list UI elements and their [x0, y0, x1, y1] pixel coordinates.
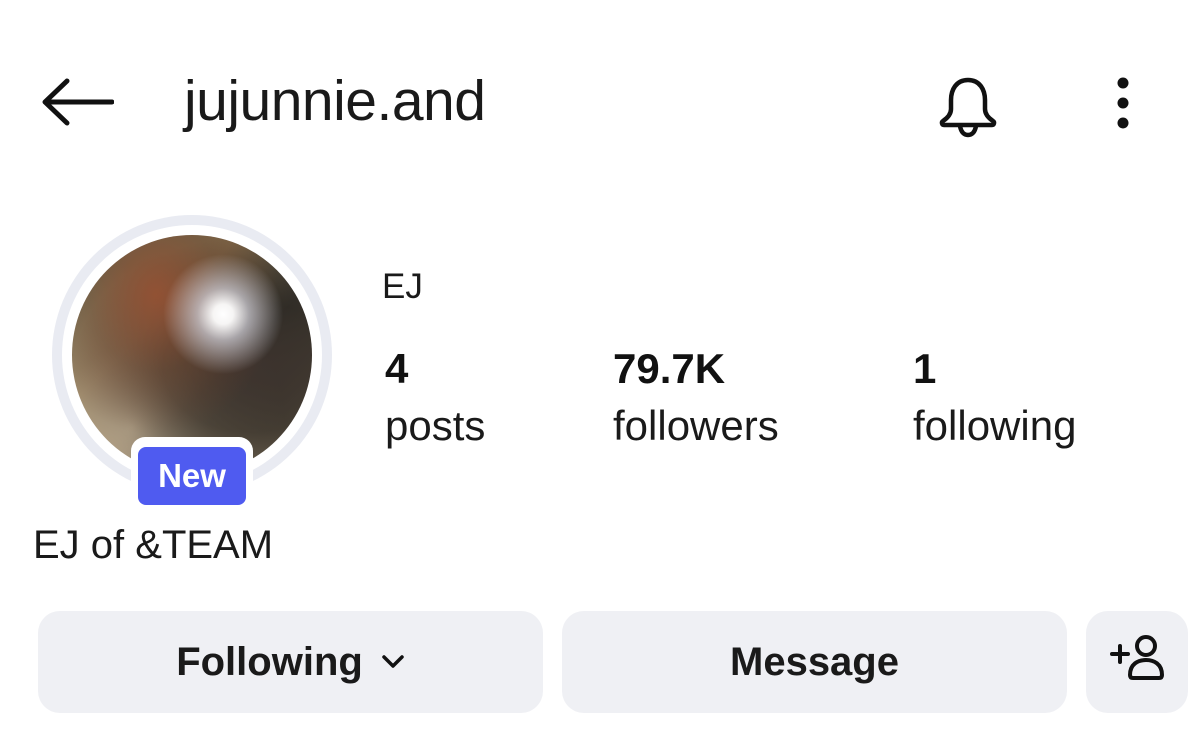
posts-count: 4	[385, 345, 409, 392]
display-name: EJ	[382, 267, 423, 306]
following-count: 1	[913, 345, 937, 392]
add-user-button[interactable]	[1086, 611, 1188, 713]
chevron-down-icon	[381, 654, 405, 670]
notifications-button[interactable]	[930, 70, 1006, 146]
profile-username: jujunnie.and	[184, 69, 486, 133]
following-button[interactable]: Following	[38, 611, 543, 713]
more-options-button[interactable]	[1100, 72, 1146, 138]
following-label: following	[913, 402, 1077, 449]
new-badge: New	[138, 447, 246, 505]
stat-posts[interactable]: 4 posts	[385, 344, 485, 458]
message-button[interactable]: Message	[562, 611, 1067, 713]
followers-count: 79.7K	[613, 345, 726, 392]
followers-label: followers	[613, 402, 779, 449]
more-vertical-icon	[1115, 75, 1131, 136]
message-button-label: Message	[730, 639, 899, 684]
posts-label: posts	[385, 402, 486, 449]
bell-icon	[935, 73, 1001, 144]
add-user-icon	[1108, 632, 1166, 692]
stat-followers[interactable]: 79.7K followers	[613, 344, 779, 458]
profile-screen: jujunnie.and New EJ 4 posts 79.7K follow…	[0, 0, 1200, 755]
bio-name: EJ of &TEAM	[33, 523, 274, 567]
stat-following[interactable]: 1 following	[913, 344, 1076, 458]
following-button-label: Following	[176, 639, 363, 684]
back-button[interactable]	[38, 74, 116, 134]
arrow-left-icon	[40, 77, 115, 132]
